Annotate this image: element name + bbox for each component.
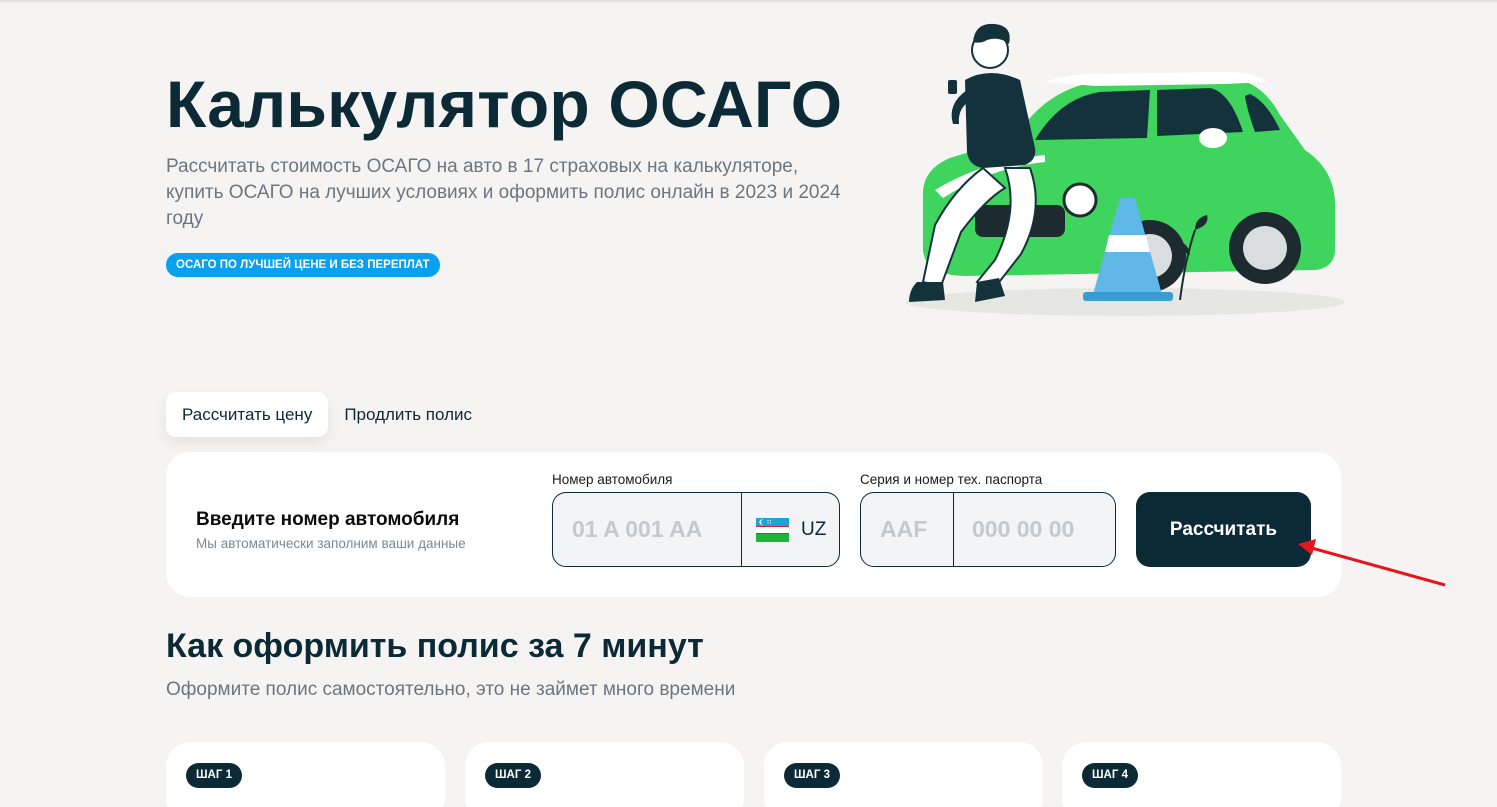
section-title: Как оформить полис за 7 минут — [166, 627, 704, 665]
calculator-card: Введите номер автомобиля Мы автоматическ… — [166, 452, 1341, 597]
passport-field-label: Серия и номер тех. паспорта — [860, 472, 1043, 487]
red-arrow-annotation — [1298, 539, 1446, 587]
tab-calculate-price[interactable]: Рассчитать цену — [166, 392, 329, 437]
hero-car-illustration — [905, 23, 1345, 316]
page-subtitle: Рассчитать стоимость ОСАГО на авто в 17 … — [166, 156, 841, 229]
top-divider — [0, 0, 1497, 2]
calculator-heading: Введите номер автомобиля — [196, 509, 460, 530]
calculator-tabs: Рассчитать цену Продлить полис — [166, 392, 488, 437]
step-card: ШАГ 2 — [465, 742, 744, 807]
plate-number-input[interactable] — [553, 493, 741, 566]
passport-number-input[interactable] — [954, 493, 1115, 566]
tab-renew-policy[interactable]: Продлить полис — [328, 392, 488, 437]
step-badge: ШАГ 3 — [784, 763, 840, 788]
step-badge: ШАГ 1 — [186, 763, 242, 788]
section-subtitle: Оформите полис самостоятельно, это не за… — [166, 679, 736, 700]
passport-series-input[interactable] — [861, 493, 954, 566]
step-card: ШАГ 4 — [1062, 742, 1341, 807]
step-badge: ШАГ 2 — [485, 763, 541, 788]
page-title: Калькулятор ОСАГО — [166, 67, 843, 141]
step-badge: ШАГ 4 — [1082, 763, 1138, 788]
calculate-button[interactable]: Рассчитать — [1136, 492, 1311, 567]
plate-field-label: Номер автомобиля — [552, 472, 673, 487]
calculator-hint: Мы автоматически заполним ваши данные — [196, 536, 466, 551]
passport-field — [860, 492, 1116, 567]
uzbekistan-flag-icon — [756, 517, 789, 542]
step-card: ШАГ 1 — [166, 742, 445, 807]
plate-field: UZ — [552, 492, 840, 567]
plate-region: UZ — [741, 493, 839, 566]
region-code: UZ — [801, 518, 827, 540]
promo-badge: ОСАГО ПО ЛУЧШЕЙ ЦЕНЕ И БЕЗ ПЕРЕПЛАТ — [166, 253, 440, 277]
step-card: ШАГ 3 — [764, 742, 1043, 807]
